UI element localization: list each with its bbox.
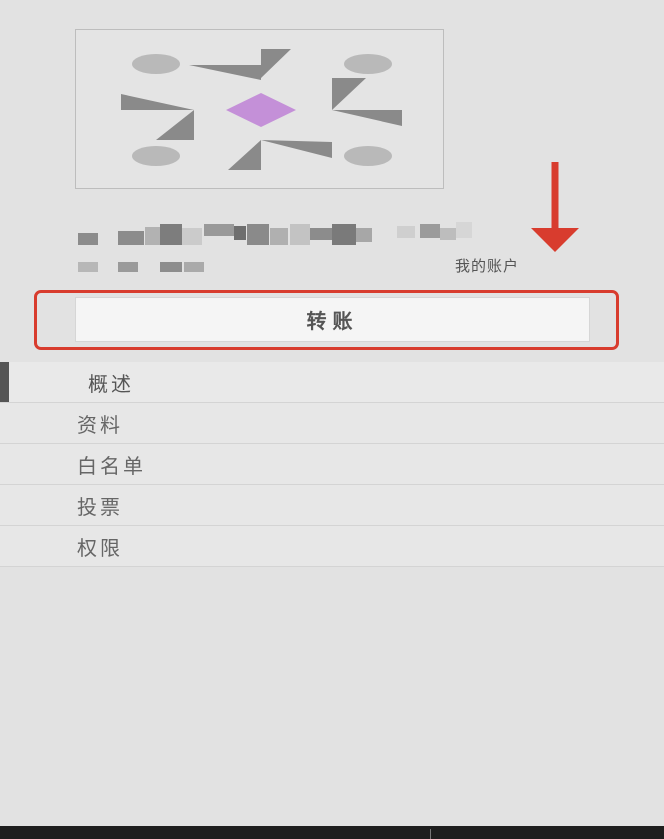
down-arrow-annotation [531, 162, 579, 252]
transfer-button[interactable]: 转账 [75, 297, 590, 342]
bottom-bar-divider [430, 829, 431, 839]
menu-item-whitelist[interactable]: 白名单 [0, 444, 664, 485]
account-menu: 概述 资料 白名单 投票 权限 [0, 362, 664, 567]
menu-item-voting[interactable]: 投票 [0, 485, 664, 526]
menu-item-permissions[interactable]: 权限 [0, 526, 664, 567]
menu-item-profile[interactable]: 资料 [0, 403, 664, 444]
bottom-bar [0, 826, 664, 839]
menu-item-overview[interactable]: 概述 [0, 362, 664, 403]
my-account-label: 我的账户 [455, 257, 520, 275]
